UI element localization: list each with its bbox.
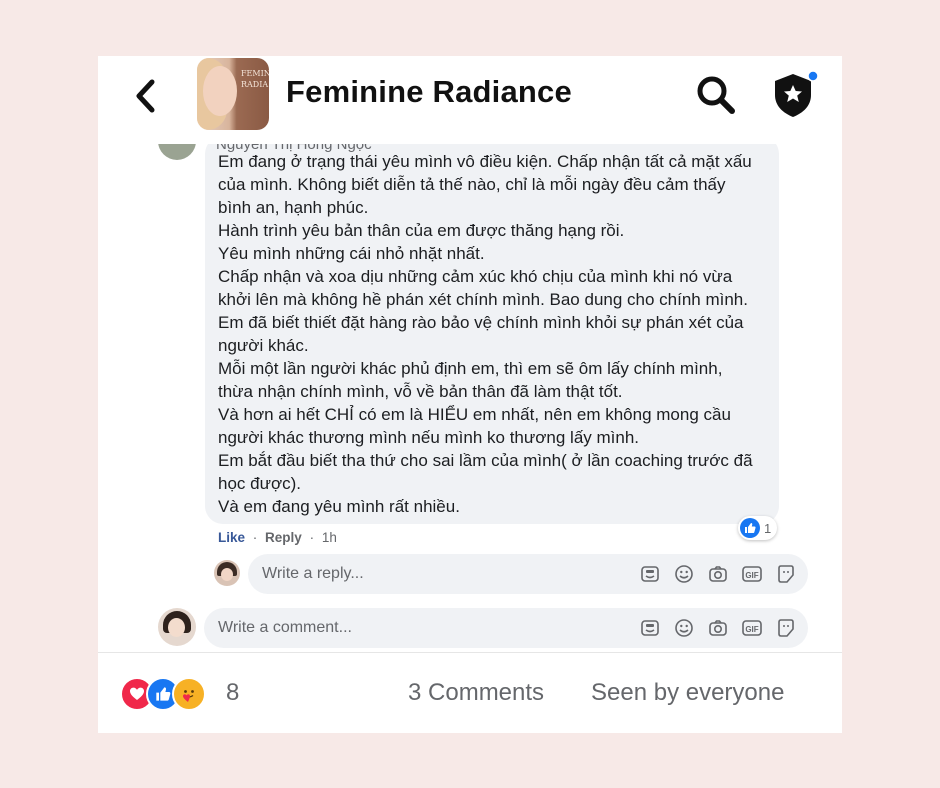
comment-line: Em đã biết thiết đặt hàng rào bảo vệ chí… — [218, 313, 744, 332]
search-icon — [697, 76, 735, 114]
reply-link[interactable]: Reply — [265, 530, 302, 545]
comment-time[interactable]: 1h — [322, 530, 337, 545]
emoji-icon[interactable] — [672, 562, 696, 586]
reply-input[interactable]: Write a reply... GIF — [248, 554, 808, 594]
gif-icon[interactable]: GIF — [740, 562, 764, 586]
comment-actions: Like · Reply · 1h — [218, 530, 341, 545]
post-card: FEMIN RADIA Feminine Radiance Nguyễn Thị… — [98, 56, 842, 733]
separator: · — [252, 530, 258, 545]
commenter-avatar[interactable] — [158, 144, 196, 160]
like-link[interactable]: Like — [218, 530, 245, 545]
comment-line: của mình. Không biết diễn tả thế nào, ch… — [218, 175, 726, 194]
comment-placeholder: Write a comment... — [218, 619, 352, 636]
reply-placeholder: Write a reply... — [262, 565, 364, 582]
comments-count[interactable]: 3 Comments — [408, 679, 544, 707]
avatar-face — [168, 618, 185, 637]
svg-text:GIF: GIF — [745, 625, 758, 634]
post-footer: 8 3 Comments Seen by everyone — [98, 652, 842, 733]
group-avatar[interactable]: FEMIN RADIA — [197, 58, 269, 130]
camera-icon[interactable] — [706, 616, 730, 640]
comment-line: người khác. — [218, 336, 309, 355]
comment-thread: Nguyễn Thị Hồng Ngọc Em đang ở trạng thá… — [98, 144, 842, 652]
like-icon — [740, 518, 760, 538]
care-icon — [172, 677, 206, 711]
user-avatar[interactable] — [158, 608, 196, 646]
comment-line: Yêu mình những cái nhỏ nhặt nhất. — [218, 244, 485, 263]
comment-line: Em đang ở trạng thái yêu mình vô điều ki… — [218, 152, 752, 171]
reply-row: Write a reply... GIF — [210, 552, 810, 596]
comment-line: Và hơn ai hết CHỈ có em là HIỂU em nhất,… — [218, 405, 731, 424]
comment-input[interactable]: Write a comment... GIF — [204, 608, 808, 648]
reaction-summary[interactable] — [120, 677, 220, 711]
separator: · — [309, 530, 315, 545]
search-button[interactable] — [695, 74, 737, 116]
seen-by[interactable]: Seen by everyone — [591, 679, 784, 707]
comment-line: Em bắt đầu biết tha thứ cho sai lầm của … — [218, 451, 753, 470]
comment-line: khởi lên mà không hề phán xét chính mình… — [218, 290, 748, 309]
avatar-sticker-icon[interactable] — [774, 562, 798, 586]
svg-text:GIF: GIF — [745, 571, 758, 580]
camera-icon[interactable] — [706, 562, 730, 586]
comment-line: bình an, hạnh phúc. — [218, 198, 369, 217]
user-avatar[interactable] — [214, 560, 240, 586]
gif-icon[interactable]: GIF — [740, 616, 764, 640]
comment-reaction-count: 1 — [764, 520, 772, 536]
comment-line: Và em đang yêu mình rất nhiều. — [218, 497, 460, 516]
app-header: FEMIN RADIA Feminine Radiance — [98, 56, 842, 144]
avatar-sticker-icon[interactable] — [774, 616, 798, 640]
comment-line: học được). — [218, 474, 301, 493]
comment-body: Em đang ở trạng thái yêu mình vô điều ki… — [218, 150, 778, 518]
group-title[interactable]: Feminine Radiance — [286, 74, 572, 110]
comment-line: thừa nhận chính mình, vỗ về bản thân đã … — [218, 382, 623, 401]
back-button[interactable] — [132, 76, 160, 116]
shield-button[interactable] — [771, 68, 819, 120]
comment-tools: GIF — [638, 616, 798, 640]
shield-star-icon — [775, 70, 819, 117]
comment-line: Mỗi một lần người khác phủ định em, thì … — [218, 359, 723, 378]
avatar-face — [203, 66, 237, 116]
comment-row: Write a comment... GIF — [156, 606, 816, 652]
comment-line: Hành trình yêu bản thân của em được thăn… — [218, 221, 625, 240]
emoji-icon[interactable] — [672, 616, 696, 640]
sticker-icon[interactable] — [638, 616, 662, 640]
avatar-text: FEMIN RADIA — [241, 69, 269, 89]
avatar-face — [221, 568, 233, 581]
comment-line: người khác thương mình nếu mình ko thươn… — [218, 428, 640, 447]
comment-line: Chấp nhận và xoa dịu những cảm xúc khó c… — [218, 267, 733, 286]
comment-reaction-badge[interactable]: 1 — [738, 516, 778, 540]
reaction-total[interactable]: 8 — [226, 679, 239, 707]
reply-tools: GIF — [638, 562, 798, 586]
sticker-icon[interactable] — [638, 562, 662, 586]
chevron-left-icon — [136, 79, 155, 113]
